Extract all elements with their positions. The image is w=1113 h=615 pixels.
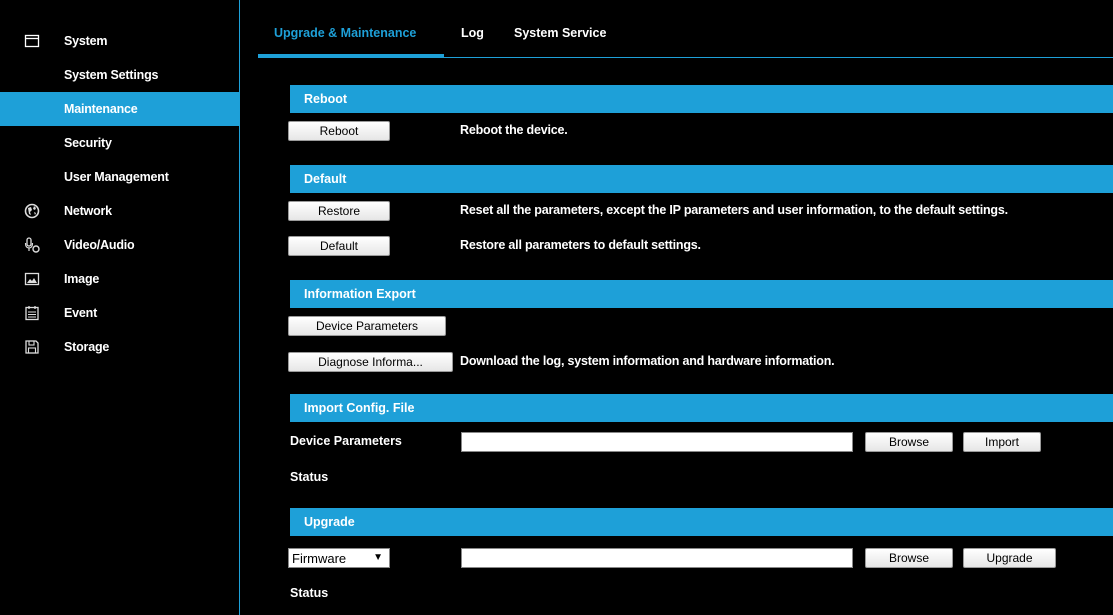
section-header-import-config: Import Config. File (290, 394, 1113, 422)
reboot-button[interactable]: Reboot (288, 121, 390, 141)
import-file-path-input[interactable] (461, 432, 853, 452)
upgrade-type-select[interactable]: Firmware ▼ (288, 548, 390, 568)
main-content: Reboot Reboot Reboot the device. Default… (0, 0, 1113, 615)
upgrade-type-value: Firmware (292, 550, 347, 566)
section-header-information-export: Information Export (290, 280, 1113, 308)
section-header-upgrade: Upgrade (290, 508, 1113, 536)
restore-button[interactable]: Restore (288, 201, 390, 221)
upgrade-status-label: Status (290, 586, 329, 600)
upgrade-browse-button[interactable]: Browse (865, 548, 953, 568)
upgrade-button[interactable]: Upgrade (963, 548, 1056, 568)
default-button[interactable]: Default (288, 236, 390, 256)
diagnose-description: Download the log, system information and… (460, 354, 835, 368)
section-header-reboot: Reboot (290, 85, 1113, 113)
import-button[interactable]: Import (963, 432, 1041, 452)
restore-description: Reset all the parameters, except the IP … (460, 203, 1008, 217)
import-device-parameters-label: Device Parameters (290, 434, 402, 448)
device-parameters-export-button[interactable]: Device Parameters (288, 316, 446, 336)
diagnose-information-button[interactable]: Diagnose Informa... (288, 352, 453, 372)
upgrade-file-path-input[interactable] (461, 548, 853, 568)
import-status-label: Status (290, 470, 329, 484)
import-browse-button[interactable]: Browse (865, 432, 953, 452)
default-description: Restore all parameters to default settin… (460, 238, 701, 252)
section-header-default: Default (290, 165, 1113, 193)
reboot-description: Reboot the device. (460, 123, 568, 137)
dropdown-arrow-icon: ▼ (373, 552, 383, 563)
